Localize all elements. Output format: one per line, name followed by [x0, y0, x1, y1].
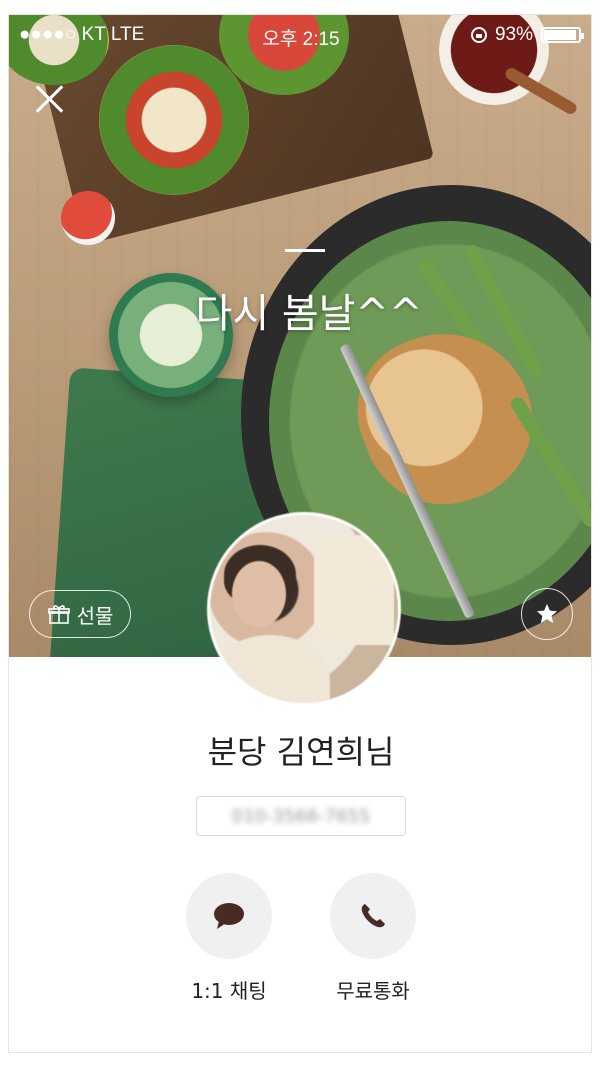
- close-icon[interactable]: [31, 81, 67, 117]
- phone-icon: [361, 904, 385, 928]
- rotation-lock-icon: [470, 27, 487, 43]
- star-icon: [537, 604, 557, 623]
- call-label: 무료통화: [336, 979, 410, 1003]
- profile-name: 분당 김연희님: [207, 733, 395, 771]
- free-call-button[interactable]: 무료통화: [318, 873, 428, 1004]
- battery-icon: [541, 27, 584, 43]
- phone-number-field: 010-3566-7655: [196, 796, 406, 836]
- chat-label: 1:1 채팅: [191, 979, 267, 1003]
- status-bar: ●●●●○ KT LTE 오후 2:15 93%: [9, 15, 591, 55]
- gift-icon: [47, 605, 70, 624]
- gift-label: 선물: [76, 603, 114, 628]
- profile-status-message: 다시 봄날^^: [195, 291, 423, 337]
- battery-percent: 93%: [494, 24, 533, 45]
- profile-screen: ●●●●○ KT LTE 오후 2:15 93% 다시 봄날^^ 선물 분당 김…: [8, 14, 592, 1053]
- speech-bubble-icon: [214, 903, 244, 929]
- avatar[interactable]: [207, 512, 401, 706]
- favorite-button[interactable]: [521, 588, 573, 640]
- phone-number: 010-3566-7655: [231, 805, 371, 827]
- battery-level: [544, 30, 576, 40]
- gift-button[interactable]: 선물: [29, 590, 131, 638]
- chat-button[interactable]: 1:1 채팅: [174, 873, 284, 1004]
- status-divider: [285, 249, 325, 252]
